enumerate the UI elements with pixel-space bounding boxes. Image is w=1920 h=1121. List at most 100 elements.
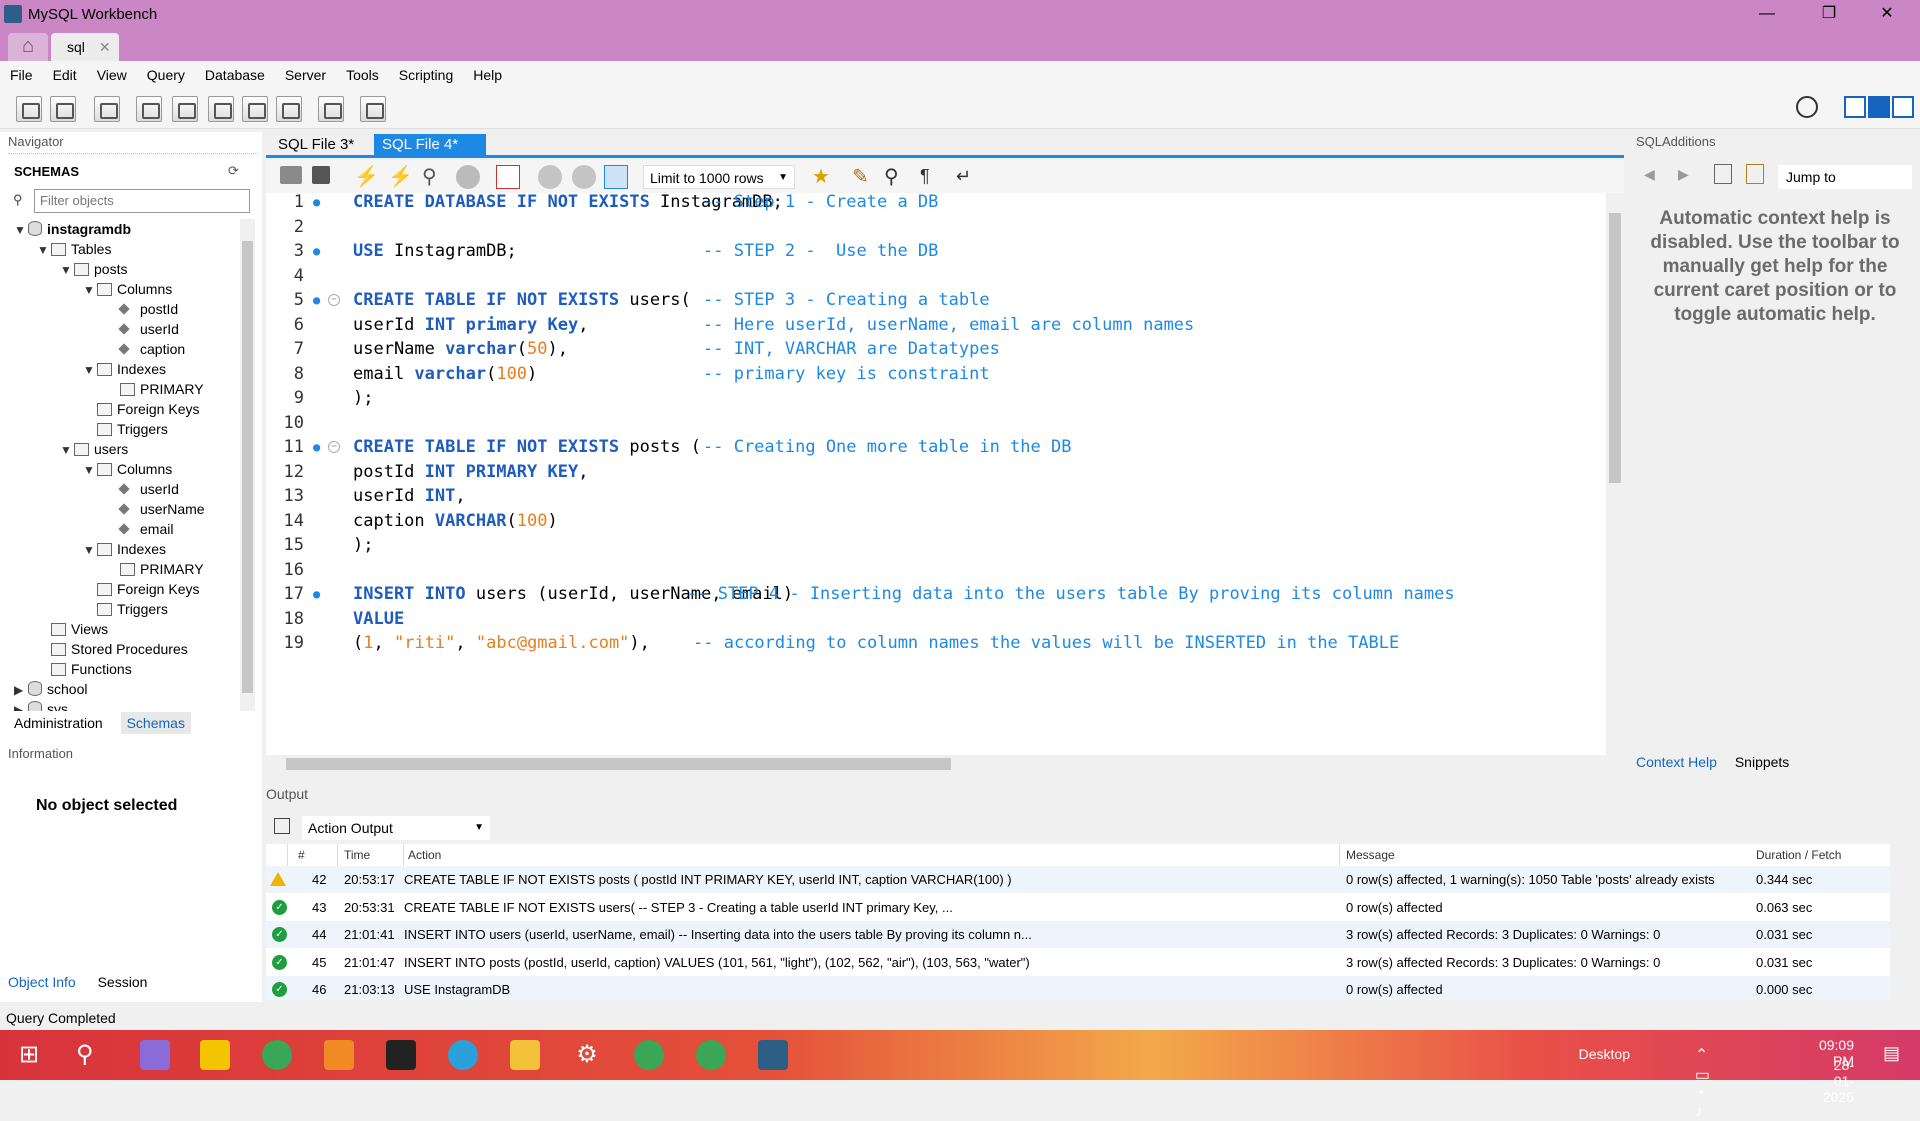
output-row[interactable]: ✓ 45 21:01:47 INSERT INTO posts (postId, us… <box>266 948 1890 976</box>
execute-icon[interactable]: ⚡ <box>354 164 379 189</box>
tree-node-columns[interactable]: ▼ Columns <box>83 279 172 299</box>
tree-node-posts[interactable]: ▼ posts <box>60 259 127 279</box>
close-button[interactable]: ✕ <box>1872 4 1902 26</box>
limit-rows-select[interactable]: Limit to 1000 rows ▼ <box>643 165 795 189</box>
fold-toggle-icon[interactable]: − <box>328 294 340 306</box>
autocommit-icon[interactable] <box>604 165 628 189</box>
connection-tab-sql[interactable]: sql ✕ <box>51 33 119 61</box>
create-function-icon[interactable] <box>276 96 302 122</box>
tab-snippets[interactable]: Snippets <box>1735 754 1789 770</box>
search-icon[interactable]: ⚲ <box>76 1040 106 1070</box>
collapse-arrow-icon[interactable]: ▶ <box>14 680 28 700</box>
inspector-icon[interactable] <box>94 96 120 122</box>
chrome-icon[interactable] <box>262 1040 292 1070</box>
settings-icon[interactable]: ⚙ <box>572 1040 602 1070</box>
editor-horizontal-scrollbar[interactable] <box>266 755 1606 773</box>
commit-icon[interactable] <box>538 165 562 189</box>
toggle-error-stop-icon[interactable] <box>496 165 520 189</box>
output-row[interactable]: ✓ 43 20:53:31 CREATE TABLE IF NOT EXISTS us… <box>266 893 1890 921</box>
execute-current-icon[interactable]: ⚡ <box>388 164 413 189</box>
open-sql-script-icon[interactable] <box>50 96 76 122</box>
fold-toggle-icon[interactable]: − <box>328 441 340 453</box>
file-explorer-icon[interactable] <box>510 1040 540 1070</box>
tree-node-userid[interactable]: userId <box>106 319 179 339</box>
save-icon[interactable] <box>312 166 330 184</box>
toggle-secondary-sidebar-icon[interactable] <box>1892 96 1914 118</box>
tree-node-columns[interactable]: ▼ Columns <box>83 459 172 479</box>
col-header-time[interactable]: Time <box>344 844 404 866</box>
maximize-button[interactable]: ❐ <box>1814 4 1844 26</box>
minimize-button[interactable]: — <box>1752 4 1782 26</box>
tree-node-postid[interactable]: postId <box>106 299 178 319</box>
tree-node-school[interactable]: ▶ school <box>14 679 87 699</box>
create-view-icon[interactable] <box>208 96 234 122</box>
tree-node-sys[interactable]: ▶ sys <box>14 699 68 711</box>
beautify-icon[interactable]: ✎ <box>852 164 869 189</box>
tree-node-primary[interactable]: PRIMARY <box>106 379 204 399</box>
tab-sql-file-3[interactable]: SQL File 3* <box>270 134 362 158</box>
search-table-data-icon[interactable] <box>318 96 344 122</box>
code-line[interactable]: 19 (1, "riti", "abc@gmail.com"), -- accord… <box>266 628 1606 658</box>
refresh-schemas-icon[interactable]: ⟳ <box>228 163 239 179</box>
windows-start-icon[interactable]: ⊞ <box>14 1040 44 1070</box>
jump-to-select[interactable]: Jump to <box>1778 165 1912 189</box>
create-schema-icon[interactable] <box>136 96 162 122</box>
menu-view[interactable]: View <box>97 67 127 83</box>
telegram-icon[interactable] <box>448 1040 478 1070</box>
tree-node-triggers[interactable]: Triggers <box>83 599 168 619</box>
clock-date[interactable]: 28-01-2025 <box>1823 1057 1854 1105</box>
new-sql-tab-icon[interactable] <box>16 96 42 122</box>
sql-editor[interactable]: 1 ● CREATE DATABASE IF NOT EXISTS Instagra… <box>266 193 1606 755</box>
tree-node-indexes[interactable]: ▼ Indexes <box>83 539 166 559</box>
col-header-num[interactable]: # <box>298 844 338 866</box>
output-row[interactable]: 42 20:53:17 CREATE TABLE IF NOT EXISTS pos… <box>266 866 1890 893</box>
menu-scripting[interactable]: Scripting <box>399 67 453 83</box>
manual-help-icon[interactable] <box>1714 164 1732 184</box>
tab-sql-file-4[interactable]: SQL File 4* ✕ <box>374 134 486 174</box>
tree-node-stored-procedures[interactable]: Stored Procedures <box>37 639 188 659</box>
auto-help-icon[interactable] <box>1746 164 1764 184</box>
menu-database[interactable]: Database <box>205 67 265 83</box>
tree-node-triggers[interactable]: Triggers <box>83 419 168 439</box>
chrome-profile-2-icon[interactable] <box>696 1040 726 1070</box>
tab-schemas[interactable]: Schemas <box>120 712 191 734</box>
open-folder-icon[interactable] <box>280 166 302 184</box>
collapse-arrow-icon[interactable]: ▶ <box>14 700 28 711</box>
tab-object-info[interactable]: Object Info <box>8 974 76 990</box>
menu-file[interactable]: File <box>10 67 33 83</box>
tree-node-tables[interactable]: ▼ Tables <box>37 239 111 259</box>
bookmark-star-icon[interactable]: ★ <box>812 164 830 189</box>
col-header-action[interactable]: Action <box>408 844 1340 866</box>
tree-node-functions[interactable]: Functions <box>37 659 132 679</box>
menu-edit[interactable]: Edit <box>53 67 77 83</box>
sticky-notes-icon[interactable] <box>200 1040 230 1070</box>
editor-vertical-scrollbar[interactable] <box>1606 193 1624 755</box>
reconnect-icon[interactable] <box>360 96 386 122</box>
menu-help[interactable]: Help <box>473 67 502 83</box>
tree-node-views[interactable]: Views <box>37 619 108 639</box>
rollback-icon[interactable] <box>572 165 596 189</box>
settings-gear-icon[interactable] <box>1796 96 1818 118</box>
back-icon[interactable]: ◀ <box>1644 166 1655 183</box>
output-row[interactable]: ✓ 46 21:03:13 USE InstagramDB 0 row(s) affec… <box>266 976 1890 1000</box>
expand-arrow-icon[interactable]: ▼ <box>60 440 74 460</box>
word-wrap-icon[interactable]: ↵ <box>956 166 971 187</box>
create-table-icon[interactable] <box>172 96 198 122</box>
tree-node-indexes[interactable]: ▼ Indexes <box>83 359 166 379</box>
toggle-output-icon[interactable] <box>1868 96 1890 118</box>
output-type-select[interactable]: Action Output ▼ <box>302 816 490 840</box>
tree-node-users[interactable]: ▼ users <box>60 439 128 459</box>
output-scrollbar[interactable] <box>1892 844 1910 1000</box>
expand-arrow-icon[interactable]: ▼ <box>83 280 97 300</box>
menu-tools[interactable]: Tools <box>346 67 379 83</box>
tree-node-userid[interactable]: userId <box>106 479 179 499</box>
expand-arrow-icon[interactable]: ▼ <box>37 240 51 260</box>
tree-node-email[interactable]: email <box>106 519 173 539</box>
find-icon[interactable]: ⚲ <box>884 164 899 189</box>
tab-administration[interactable]: Administration <box>8 712 109 734</box>
menu-server[interactable]: Server <box>285 67 326 83</box>
col-header-duration[interactable]: Duration / Fetch <box>1756 844 1886 866</box>
sublime-text-icon[interactable] <box>324 1040 354 1070</box>
network-icon[interactable]: ⌃ ▭ ◔ ♪ <box>1695 1045 1710 1121</box>
copilot-icon[interactable] <box>140 1040 170 1070</box>
